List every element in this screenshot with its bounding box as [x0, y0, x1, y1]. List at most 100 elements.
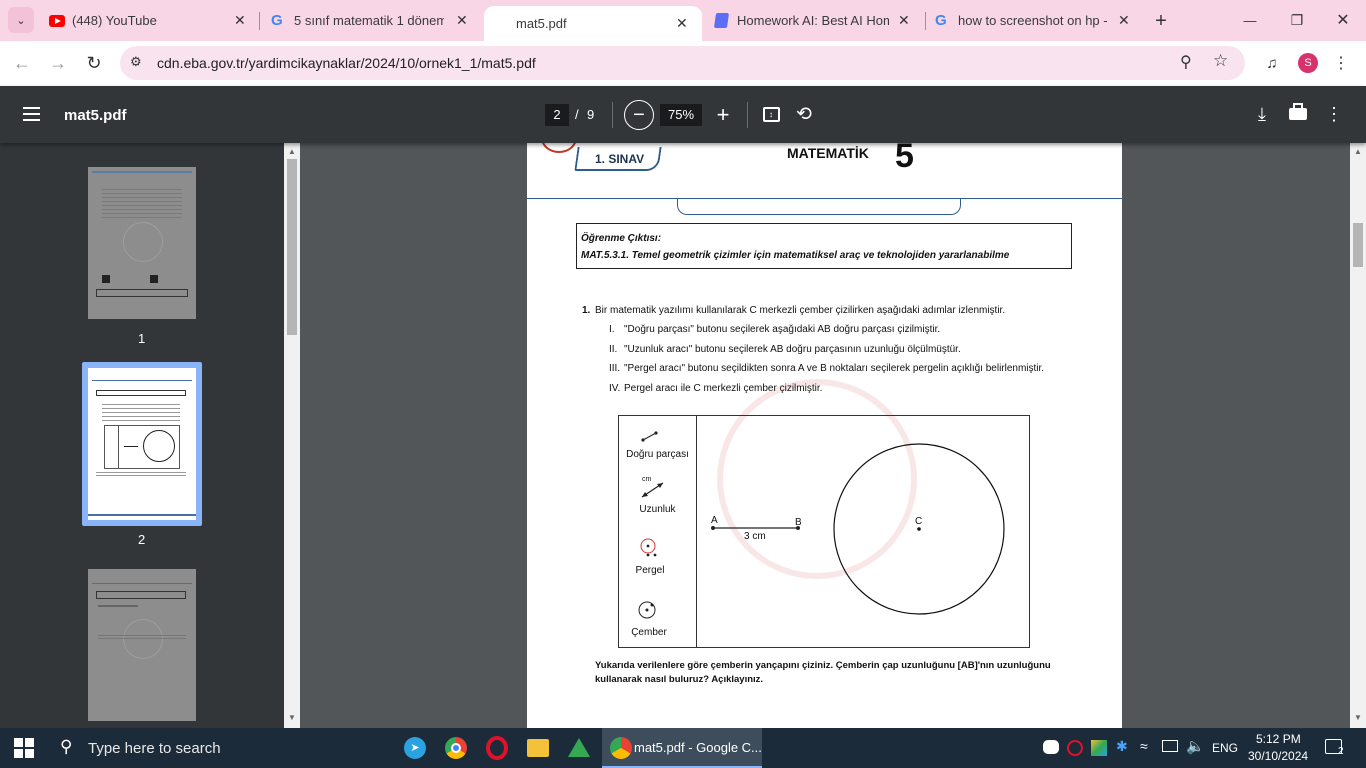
- tool-panel-divider: [696, 416, 697, 647]
- question-intro: Bir matematik yazılımı kullanılarak C me…: [595, 305, 1006, 316]
- tab-strip: ⌄ (448) YouTube ✕ G 5 sınıf matematik 1 …: [0, 0, 1366, 41]
- telegram-icon[interactable]: ➤: [404, 737, 426, 759]
- opera-icon[interactable]: [486, 736, 508, 760]
- google-drive-icon[interactable]: [568, 738, 590, 757]
- minimize-button[interactable]: —: [1230, 0, 1270, 40]
- taskbar-active-chrome[interactable]: mat5.pdf - Google C...: [602, 728, 762, 768]
- tab-title: how to screenshot on hp - G: [958, 13, 1110, 28]
- tab-google-search-1[interactable]: G 5 sınıf matematik 1 dönem 1 ✕: [262, 0, 480, 41]
- tool-label: Pergel: [635, 565, 665, 576]
- subject-title: MATEMATİK: [787, 145, 869, 161]
- tab-close-icon[interactable]: ✕: [1118, 12, 1130, 29]
- tab-title: 5 sınıf matematik 1 dönem 1: [294, 13, 444, 28]
- notification-count: 2: [1338, 746, 1344, 757]
- search-icon: ⚲: [60, 737, 73, 756]
- center-c-circle: [833, 443, 1005, 615]
- page-thumbnail-1[interactable]: [88, 167, 196, 319]
- youtube-play-icon: [55, 17, 61, 24]
- step-number: IV.: [609, 383, 621, 394]
- point-a-label: A: [711, 515, 718, 526]
- chevron-down-icon: ⌄: [16, 14, 26, 27]
- clock-time[interactable]: 5:12 PM: [1256, 732, 1301, 746]
- toolbar-divider: [612, 102, 613, 128]
- step-number: I.: [609, 324, 615, 335]
- step-text: "Pergel aracı" butonu seçildikten sonra …: [624, 363, 1045, 374]
- tab-close-icon[interactable]: ✕: [234, 12, 246, 29]
- page-thumbnail-3[interactable]: [88, 569, 196, 721]
- tab-close-icon[interactable]: ✕: [456, 12, 468, 29]
- page-thumbnail-2[interactable]: [82, 362, 202, 526]
- step-text: "Uzunluk aracı" butonu seçilerek AB doğr…: [624, 344, 961, 355]
- tab-close-icon[interactable]: ✕: [676, 15, 688, 32]
- page-number-input[interactable]: 2: [545, 104, 569, 126]
- tab-youtube[interactable]: (448) YouTube ✕: [40, 0, 258, 41]
- fit-page-icon[interactable]: ↕: [760, 103, 782, 125]
- thumbnail-sidebar: 1 2 ▲ ▼: [0, 143, 300, 728]
- taskbar-search-box[interactable]: ⚲ Type here to search: [48, 728, 390, 768]
- print-icon[interactable]: [1286, 101, 1310, 127]
- homework-ai-icon: [713, 13, 730, 28]
- pdf-viewer[interactable]: 1. SINAV MATEMATİK 5 Öğrenme Çıktısı: MA…: [300, 143, 1366, 728]
- profile-avatar[interactable]: S: [1298, 53, 1318, 73]
- discord-icon[interactable]: [1043, 740, 1059, 754]
- reload-button[interactable]: ↻: [80, 49, 108, 77]
- zoom-icon[interactable]: ⚲: [1180, 52, 1192, 72]
- outcome-text: MAT.5.3.1. Temel geometrik çizimler için…: [581, 250, 1010, 261]
- tab-google-search-2[interactable]: G how to screenshot on hp - G ✕: [928, 0, 1146, 41]
- file-explorer-icon[interactable]: [527, 739, 549, 757]
- media-controls-icon[interactable]: ♫: [1260, 51, 1284, 75]
- bookmark-star-icon[interactable]: ☆: [1213, 51, 1228, 71]
- wifi-icon[interactable]: ≈: [1140, 738, 1148, 754]
- clock-date[interactable]: 30/10/2024: [1248, 749, 1308, 763]
- pdf-toolbar: mat5.pdf 2 / 9 − 75% + ↕ ⟲ ⤓ ⋮: [0, 86, 1366, 143]
- tab-homework-ai[interactable]: Homework AI: Best AI Home ✕: [706, 0, 924, 41]
- taskbar-active-app-title: mat5.pdf - Google C...: [634, 740, 762, 755]
- pdf-more-actions-icon[interactable]: ⋮: [1324, 101, 1344, 127]
- download-icon[interactable]: ⤓: [1250, 101, 1274, 127]
- volume-icon[interactable]: 🔈: [1186, 737, 1205, 755]
- zoom-in-button[interactable]: +: [710, 100, 736, 130]
- scroll-up-arrow-icon[interactable]: ▲: [288, 147, 296, 156]
- windows-start-icon[interactable]: [14, 738, 34, 758]
- google-icon: G: [935, 12, 947, 29]
- new-tab-button[interactable]: +: [1148, 8, 1174, 34]
- bluetooth-icon[interactable]: ✱: [1116, 738, 1128, 755]
- language-indicator[interactable]: ENG: [1212, 741, 1238, 755]
- tab-search-button[interactable]: ⌄: [8, 7, 34, 33]
- close-window-button[interactable]: ✕: [1323, 0, 1363, 40]
- chrome-icon[interactable]: [445, 737, 467, 759]
- scroll-down-arrow-icon[interactable]: ▼: [1354, 713, 1362, 722]
- sidebar-scrollbar-thumb[interactable]: [287, 159, 297, 335]
- app-tray-icon[interactable]: [1091, 740, 1107, 756]
- page-separator: /: [575, 107, 579, 122]
- restore-button[interactable]: ❐: [1277, 0, 1317, 40]
- pdf-page: 1. SINAV MATEMATİK 5 Öğrenme Çıktısı: MA…: [527, 143, 1122, 728]
- scroll-up-arrow-icon[interactable]: ▲: [1354, 147, 1362, 156]
- thumbnail-label-1: 1: [138, 331, 146, 346]
- viewer-scrollbar-thumb[interactable]: [1353, 223, 1363, 267]
- segment-length-label: 3 cm: [744, 531, 766, 542]
- address-bar[interactable]: ⚙ cdn.eba.gov.tr/yardimcikaynaklar/2024/…: [120, 46, 1245, 80]
- rotate-icon[interactable]: ⟲: [792, 101, 816, 127]
- hamburger-menu-icon[interactable]: [23, 107, 40, 121]
- viewer-scrollbar[interactable]: ▲ ▼: [1350, 143, 1366, 728]
- tab-close-icon[interactable]: ✕: [898, 12, 910, 29]
- zoom-out-button[interactable]: −: [624, 100, 654, 130]
- line-segment-icon: [641, 431, 658, 442]
- tab-mat5-pdf[interactable]: mat5.pdf ✕: [484, 6, 702, 41]
- sidebar-scrollbar[interactable]: ▲ ▼: [284, 143, 300, 728]
- back-button[interactable]: ←: [8, 49, 36, 77]
- scroll-down-arrow-icon[interactable]: ▼: [288, 713, 296, 722]
- step-text: Pergel aracı ile C merkezli çember çizil…: [624, 383, 823, 394]
- forward-button[interactable]: →: [44, 49, 72, 77]
- opera-tray-icon[interactable]: [1067, 740, 1083, 756]
- battery-icon[interactable]: [1162, 740, 1178, 752]
- zoom-level-input[interactable]: 75%: [660, 104, 702, 126]
- browser-menu-icon[interactable]: ⋮: [1333, 51, 1349, 75]
- tab-separator: [259, 12, 260, 30]
- tool-label: Uzunluk: [639, 504, 676, 515]
- taskbar-search-placeholder: Type here to search: [88, 740, 221, 757]
- url-text[interactable]: cdn.eba.gov.tr/yardimcikaynaklar/2024/10…: [157, 55, 536, 71]
- grade-number: 5: [895, 143, 914, 175]
- site-info-icon[interactable]: ⚙: [130, 54, 142, 70]
